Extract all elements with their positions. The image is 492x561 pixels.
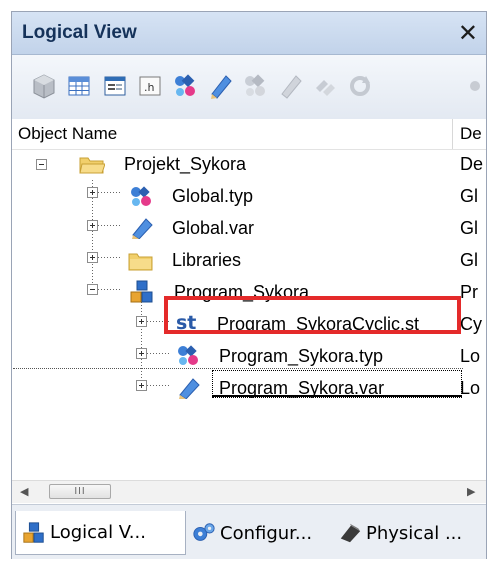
panel-titlebar: Logical View ✕ [12,12,486,55]
view-tabs: Logical V... Configur... Physical ... [12,504,486,559]
tree-row-libraries[interactable]: Libraries Gl [12,245,486,277]
program-icon [129,280,153,303]
tree-label: Global.var [172,218,255,238]
focus-rectangle-edge [212,395,462,397]
configuration-icon [193,523,215,541]
folder-icon [128,250,153,272]
typ-file-icon [175,344,199,366]
expand-toggle[interactable] [136,316,147,327]
tab-configuration-view[interactable]: Configur... [192,511,332,555]
tree-row-global-var[interactable]: Global.var Gl [12,213,486,245]
tree-desc: Pr [460,282,478,302]
horizontal-scrollbar[interactable]: ◀ III ▶ [12,480,486,503]
typ-disabled-icon [240,71,270,101]
links-disabled-icon [310,71,340,101]
typ-file-icon [128,185,152,207]
scroll-left-icon[interactable]: ◀ [20,485,28,498]
tree-desc: Gl [460,186,478,206]
tree-desc: Gl [460,218,478,238]
tab-label: Physical ... [366,522,463,544]
tree-row-projekt[interactable]: Projekt_Sykora De [12,149,486,181]
toolbar: .h [12,55,486,120]
tab-physical-view[interactable]: Physical ... [338,511,484,555]
collapse-toggle[interactable] [36,159,47,170]
focus-rectangle [212,370,462,398]
tab-label: Logical V... [50,522,146,543]
expand-toggle[interactable] [136,380,147,391]
var-file-icon [176,377,200,400]
typ-icon[interactable] [170,71,200,101]
close-icon[interactable]: ✕ [458,19,478,47]
highlight-box [164,296,461,334]
var-icon[interactable] [205,71,235,101]
scrollbar-thumb[interactable]: III [49,484,111,499]
refresh-disabled-icon [345,71,375,101]
tree-label: Projekt_Sykora [124,154,247,174]
folder-icon [79,153,106,175]
panel-title: Logical View [22,22,137,43]
expand-toggle[interactable] [87,220,98,231]
tree-desc: Lo [460,346,481,366]
more-icon[interactable] [464,71,484,101]
tab-label: Configur... [220,522,313,544]
h-file-icon[interactable]: .h [135,71,165,101]
physical-view-icon [340,523,361,543]
logical-view-icon [23,521,44,543]
column-divider[interactable] [452,119,453,149]
tree-desc: Gl [460,250,478,270]
var-file-icon [129,217,153,240]
column-header: Object Name De [12,119,486,150]
thumb-grip: III [74,486,86,497]
expand-toggle[interactable] [136,348,147,359]
tree-label: Global.typ [172,186,254,206]
column-object-name[interactable]: Object Name [18,124,117,144]
column-description[interactable]: De [460,124,482,144]
tree-desc: De [460,154,484,174]
collapse-toggle[interactable] [87,284,98,295]
form-icon[interactable] [100,71,130,101]
svg-text:.h: .h [144,81,154,94]
var-disabled-icon [275,71,305,101]
tree-desc: Cy [460,314,482,334]
tree-row-global-typ[interactable]: Global.typ Gl [12,181,486,213]
logical-view-panel: Logical View ✕ .h Object Name De Projekt… [11,11,487,559]
cube-icon[interactable] [29,71,59,101]
scroll-right-icon[interactable]: ▶ [467,485,475,498]
tree-desc: Lo [460,378,481,398]
expand-toggle[interactable] [87,187,98,198]
tree-label: Libraries [172,250,242,270]
tab-logical-view[interactable]: Logical V... [15,511,186,555]
tree-label: Program_Sykora.typ [219,346,384,366]
expand-toggle[interactable] [87,252,98,263]
table-icon[interactable] [64,71,94,101]
